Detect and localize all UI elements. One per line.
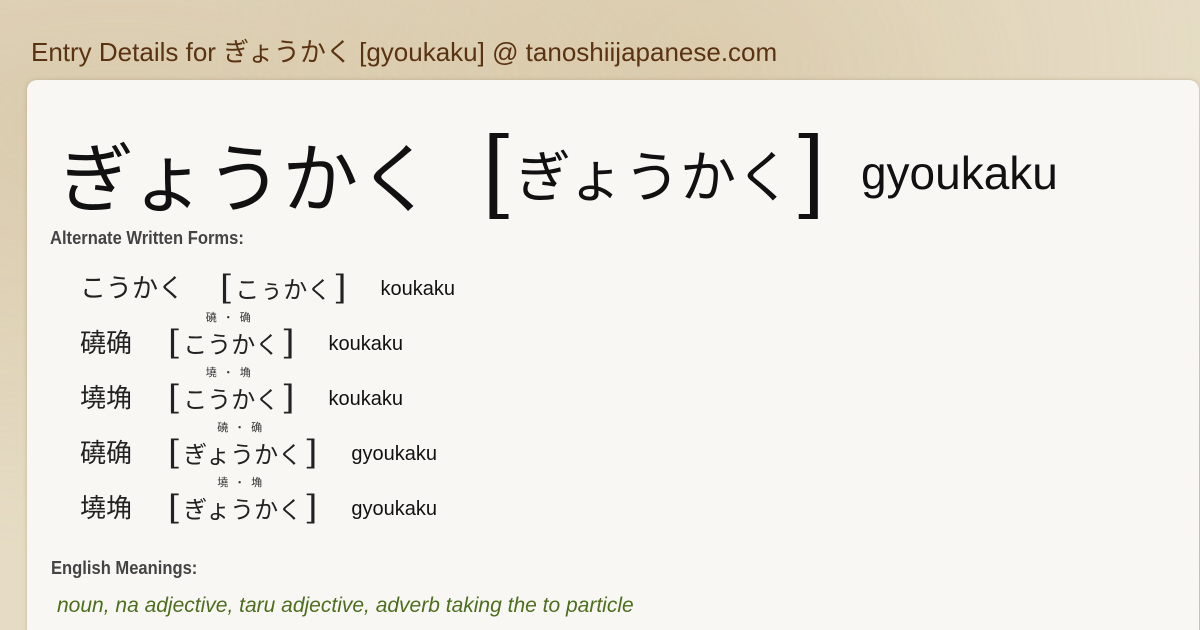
alt-romaji: gyoukaku — [351, 443, 437, 465]
bracket-close: ] — [281, 378, 295, 418]
alternate-forms-label: Alternate Written Forms: — [50, 228, 244, 248]
page-title: Entry Details for ぎょうかく [gyoukaku] @ tan… — [31, 37, 778, 67]
bracket-close: ] — [304, 433, 318, 473]
alt-reading: 磽・确 ぎょうかく — [181, 421, 304, 470]
alt-reading: 墝・埆 ぎょうかく — [181, 476, 304, 525]
alt-romaji: koukaku — [328, 388, 404, 410]
alt-ruby: 磽・确 — [205, 311, 257, 324]
alt-written: 磽确 — [80, 329, 133, 359]
alt-romaji: koukaku — [328, 333, 404, 355]
alt-reading: こぅかく — [233, 270, 333, 305]
entry-romaji: gyoukaku — [860, 147, 1058, 199]
alt-reading-text: こうかく — [183, 331, 280, 359]
alt-form-row: 磽确 [ 磽・确 こうかく ] koukaku — [80, 311, 404, 363]
english-meanings-label: English Meanings: — [51, 558, 198, 578]
alt-reading-text: ぎょうかく — [183, 441, 303, 469]
alt-ruby: 墝・埆 — [205, 366, 257, 379]
alt-reading: 磽・确 こうかく — [181, 311, 281, 360]
alt-ruby: 墝・埆 — [217, 476, 269, 489]
entry-reading: ぎょうかく — [514, 145, 793, 211]
bracket-open: [ — [482, 116, 515, 230]
alt-form-row: 墝埆 [ 墝・埆 ぎょうかく ] gyoukaku — [80, 476, 437, 528]
alt-reading-text: こぅかく — [235, 276, 332, 304]
alt-form-row: 磽确 [ 磽・确 ぎょうかく ] gyoukaku — [80, 421, 437, 473]
bracket-open: [ — [168, 488, 182, 528]
alt-written: こうかく — [80, 274, 185, 304]
alt-reading: 墝・埆 こうかく — [181, 366, 281, 415]
alt-romaji: koukaku — [380, 278, 456, 300]
bracket-close: ] — [304, 488, 318, 528]
alt-written: 磽确 — [80, 439, 133, 469]
parts-of-speech: noun, na adjective, taru adjective, adve… — [57, 594, 634, 617]
bracket-close: ] — [792, 116, 825, 230]
alt-ruby: 磽・确 — [217, 421, 269, 434]
alt-reading-text: ぎょうかく — [183, 496, 303, 524]
bracket-open: [ — [168, 433, 182, 473]
bracket-open: [ — [220, 268, 234, 308]
bracket-close: ] — [333, 268, 347, 308]
bracket-close: ] — [281, 323, 295, 363]
alt-romaji: gyoukaku — [351, 498, 437, 520]
alt-form-row: 墝埆 [ 墝・埆 こうかく ] koukaku — [80, 366, 404, 418]
alt-written: 墝埆 — [80, 384, 133, 414]
bracket-open: [ — [168, 378, 182, 418]
alt-reading-text: こうかく — [183, 386, 280, 414]
entry-written: ぎょうかく — [58, 135, 435, 224]
bracket-open: [ — [168, 323, 182, 363]
alt-written: 墝埆 — [80, 494, 133, 524]
alt-form-row: こうかく [ こぅかく ] koukaku — [80, 268, 455, 305]
entry-heading: ぎょうかく [ ぎょうかく ] gyoukaku — [58, 116, 1058, 230]
